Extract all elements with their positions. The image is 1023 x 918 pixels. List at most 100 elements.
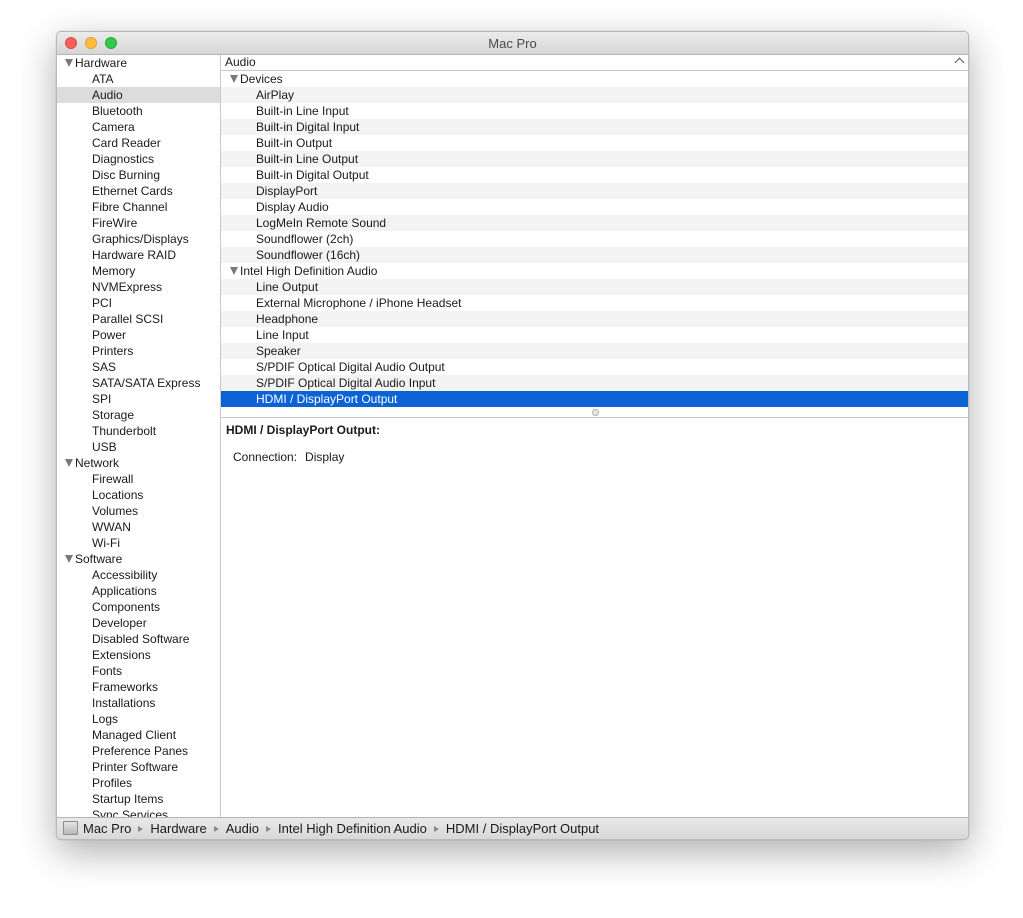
sidebar-item-applications[interactable]: Applications [57, 583, 220, 599]
sidebar-item-sata-sata-express[interactable]: SATA/SATA Express [57, 375, 220, 391]
sidebar-item-thunderbolt[interactable]: Thunderbolt [57, 423, 220, 439]
sidebar-item-bluetooth[interactable]: Bluetooth [57, 103, 220, 119]
sidebar-category-list[interactable]: Hardware ATA Audio Bluetooth Camera Card Read… [57, 55, 221, 818]
column-header-label: Audio [225, 55, 256, 69]
table-row[interactable]: AirPlay [221, 87, 968, 103]
table-row[interactable]: Line Output [221, 279, 968, 295]
sidebar-item-power[interactable]: Power [57, 327, 220, 343]
table-row[interactable]: S/PDIF Optical Digital Audio Output [221, 359, 968, 375]
breadcrumb-separator-icon [213, 826, 219, 832]
sidebar-item-fonts[interactable]: Fonts [57, 663, 220, 679]
sidebar-item-printer-software[interactable]: Printer Software [57, 759, 220, 775]
audio-device-table[interactable]: Devices AirPlay Built-in Line Input Built-i… [221, 71, 968, 407]
sidebar-group-label: Network [75, 456, 120, 470]
sidebar-item-audio[interactable]: Audio [57, 87, 220, 103]
sidebar-item-wi-fi[interactable]: Wi-Fi [57, 535, 220, 551]
sidebar-group-hardware[interactable]: Hardware [57, 55, 220, 71]
sidebar-item-memory[interactable]: Memory [57, 263, 220, 279]
table-row[interactable]: Soundflower (2ch) [221, 231, 968, 247]
sidebar-group-software[interactable]: Software [57, 551, 220, 567]
pane-splitter[interactable] [221, 407, 968, 418]
sidebar-item-diagnostics[interactable]: Diagnostics [57, 151, 220, 167]
sidebar-item-sas[interactable]: SAS [57, 359, 220, 375]
disclosure-triangle-icon[interactable] [65, 459, 73, 467]
table-row[interactable]: DisplayPort [221, 183, 968, 199]
sidebar-item-profiles[interactable]: Profiles [57, 775, 220, 791]
column-header-audio[interactable]: Audio [221, 55, 968, 71]
sidebar-item-storage[interactable]: Storage [57, 407, 220, 423]
sidebar-group-label: Software [75, 552, 123, 566]
sidebar-item-camera[interactable]: Camera [57, 119, 220, 135]
sidebar-item-accessibility[interactable]: Accessibility [57, 567, 220, 583]
path-bar: Mac Pro Hardware Audio Intel High Definitio… [57, 817, 968, 839]
sidebar-item-components[interactable]: Components [57, 599, 220, 615]
table-row[interactable]: Display Audio [221, 199, 968, 215]
breadcrumb-separator-icon [433, 826, 439, 832]
sidebar-item-fibre-channel[interactable]: Fibre Channel [57, 199, 220, 215]
sidebar-item-ata[interactable]: ATA [57, 71, 220, 87]
sidebar-item-ethernet-cards[interactable]: Ethernet Cards [57, 183, 220, 199]
table-row[interactable]: Built-in Output [221, 135, 968, 151]
sidebar-item-firewall[interactable]: Firewall [57, 471, 220, 487]
disclosure-triangle-icon[interactable] [65, 59, 73, 67]
table-group-row[interactable]: Devices [221, 71, 968, 87]
sidebar-item-logs[interactable]: Logs [57, 711, 220, 727]
table-row[interactable]: Built-in Digital Input [221, 119, 968, 135]
sidebar-item-printers[interactable]: Printers [57, 343, 220, 359]
splitter-handle-icon[interactable] [591, 409, 599, 416]
sidebar-item-disabled-software[interactable]: Disabled Software [57, 631, 220, 647]
connection-value: Display [305, 450, 345, 464]
table-row[interactable]: S/PDIF Optical Digital Audio Input [221, 375, 968, 391]
breadcrumb-item[interactable]: Mac Pro [83, 821, 131, 836]
disclosure-triangle-icon[interactable] [230, 75, 238, 83]
sidebar-item-nvmexpress[interactable]: NVMExpress [57, 279, 220, 295]
system-information-window: Mac Pro Hardware ATA Audio Bluetooth Camera C… [56, 31, 969, 840]
table-row[interactable]: Headphone [221, 311, 968, 327]
sidebar-item-usb[interactable]: USB [57, 439, 220, 455]
table-row[interactable]: External Microphone / iPhone Headset [221, 295, 968, 311]
sidebar-item-firewire[interactable]: FireWire [57, 215, 220, 231]
sidebar-item-parallel-scsi[interactable]: Parallel SCSI [57, 311, 220, 327]
table-row[interactable]: Built-in Line Output [221, 151, 968, 167]
detail-title: HDMI / DisplayPort Output: [226, 423, 380, 437]
sidebar-item-developer[interactable]: Developer [57, 615, 220, 631]
sidebar-item-wwan[interactable]: WWAN [57, 519, 220, 535]
sidebar-item-disc-burning[interactable]: Disc Burning [57, 167, 220, 183]
sidebar-item-extensions[interactable]: Extensions [57, 647, 220, 663]
table-group-label: Intel High Definition Audio [240, 264, 378, 278]
sidebar-item-card-reader[interactable]: Card Reader [57, 135, 220, 151]
sidebar-item-startup-items[interactable]: Startup Items [57, 791, 220, 807]
table-row[interactable]: Line Input [221, 327, 968, 343]
breadcrumb-item[interactable]: HDMI / DisplayPort Output [446, 821, 599, 836]
table-row[interactable]: Built-in Line Input [221, 103, 968, 119]
table-row[interactable]: HDMI / DisplayPort Output [221, 391, 968, 407]
breadcrumb-item[interactable]: Hardware [150, 821, 206, 836]
sidebar-item-frameworks[interactable]: Frameworks [57, 679, 220, 695]
detail-pane: HDMI / DisplayPort Output: Connection: Di… [221, 418, 968, 465]
table-row[interactable]: Built-in Digital Output [221, 167, 968, 183]
table-row[interactable]: Speaker [221, 343, 968, 359]
sidebar-group-network[interactable]: Network [57, 455, 220, 471]
sidebar-item-hardware-raid[interactable]: Hardware RAID [57, 247, 220, 263]
sidebar-item-graphics-displays[interactable]: Graphics/Displays [57, 231, 220, 247]
table-row[interactable]: Soundflower (16ch) [221, 247, 968, 263]
table-group-row[interactable]: Intel High Definition Audio [221, 263, 968, 279]
sidebar-item-managed-client[interactable]: Managed Client [57, 727, 220, 743]
sidebar-group-label: Hardware [75, 56, 128, 70]
breadcrumb-separator-icon [138, 826, 144, 832]
title-bar[interactable]: Mac Pro [57, 32, 968, 55]
sidebar-item-installations[interactable]: Installations [57, 695, 220, 711]
breadcrumb-item[interactable]: Audio [226, 821, 259, 836]
disclosure-triangle-icon[interactable] [65, 555, 73, 563]
sidebar-item-locations[interactable]: Locations [57, 487, 220, 503]
table-row[interactable]: LogMeIn Remote Sound [221, 215, 968, 231]
sidebar-item-spi[interactable]: SPI [57, 391, 220, 407]
disclosure-triangle-icon[interactable] [230, 267, 238, 275]
breadcrumb-item[interactable]: Intel High Definition Audio [278, 821, 427, 836]
sidebar-item-volumes[interactable]: Volumes [57, 503, 220, 519]
breadcrumb: Mac Pro Hardware Audio Intel High Definitio… [83, 818, 599, 839]
sidebar-item-preference-panes[interactable]: Preference Panes [57, 743, 220, 759]
connection-label: Connection: [233, 450, 298, 464]
sidebar-item-pci[interactable]: PCI [57, 295, 220, 311]
detail-connection-row: Connection: Display [226, 449, 968, 465]
